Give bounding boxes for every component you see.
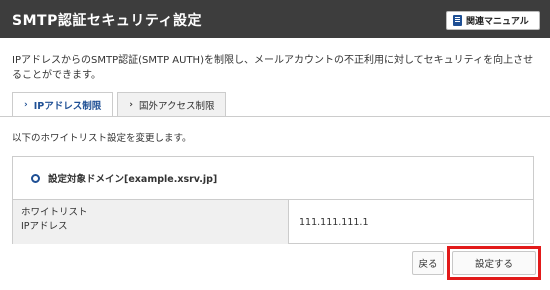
tab-bar: › IPアドレス制限 › 国外アクセス制限 [12, 92, 230, 117]
whitelist-label-line2: IPアドレス [21, 221, 68, 232]
tab-overseas-access-restriction[interactable]: › 国外アクセス制限 [117, 92, 227, 116]
page-description: IPアドレスからのSMTP認証(SMTP AUTH)を制限し、メールアカウントの… [12, 55, 534, 81]
tab-label: 国外アクセス制限 [138, 100, 215, 112]
whitelist-ip-value: 111.111.111.1 [299, 216, 369, 228]
submit-button[interactable]: 設定する [452, 251, 536, 275]
tab-divider [0, 116, 550, 117]
related-manual-button[interactable]: 関連マニュアル [446, 11, 540, 30]
target-domain-heading: 設定対象ドメイン[example.xsrv.jp] [13, 157, 533, 200]
tab-ip-address-restriction[interactable]: › IPアドレス制限 [12, 92, 114, 117]
tab-label: IPアドレス制限 [33, 101, 102, 112]
back-button[interactable]: 戻る [412, 251, 444, 275]
whitelist-row-label: ホワイトリスト IPアドレス [13, 200, 289, 244]
instruction-text: 以下のホワイトリスト設定を変更します。 [12, 133, 192, 144]
page-header: SMTP認証セキュリティ設定 関連マニュアル [0, 0, 550, 38]
whitelist-label-line1: ホワイトリスト [21, 207, 88, 218]
target-domain-label: 設定対象ドメイン[example.xsrv.jp] [48, 174, 218, 185]
book-icon [453, 15, 462, 26]
chevron-right-icon: › [24, 100, 28, 110]
whitelist-panel: 設定対象ドメイン[example.xsrv.jp] ホワイトリスト IPアドレス… [12, 156, 534, 244]
radio-bullet-icon [31, 173, 40, 183]
page-title: SMTP認証セキュリティ設定 [12, 13, 202, 29]
whitelist-row: ホワイトリスト IPアドレス 111.111.111.1 [13, 200, 533, 244]
related-manual-label: 関連マニュアル [466, 17, 529, 27]
chevron-right-icon: › [129, 99, 133, 110]
